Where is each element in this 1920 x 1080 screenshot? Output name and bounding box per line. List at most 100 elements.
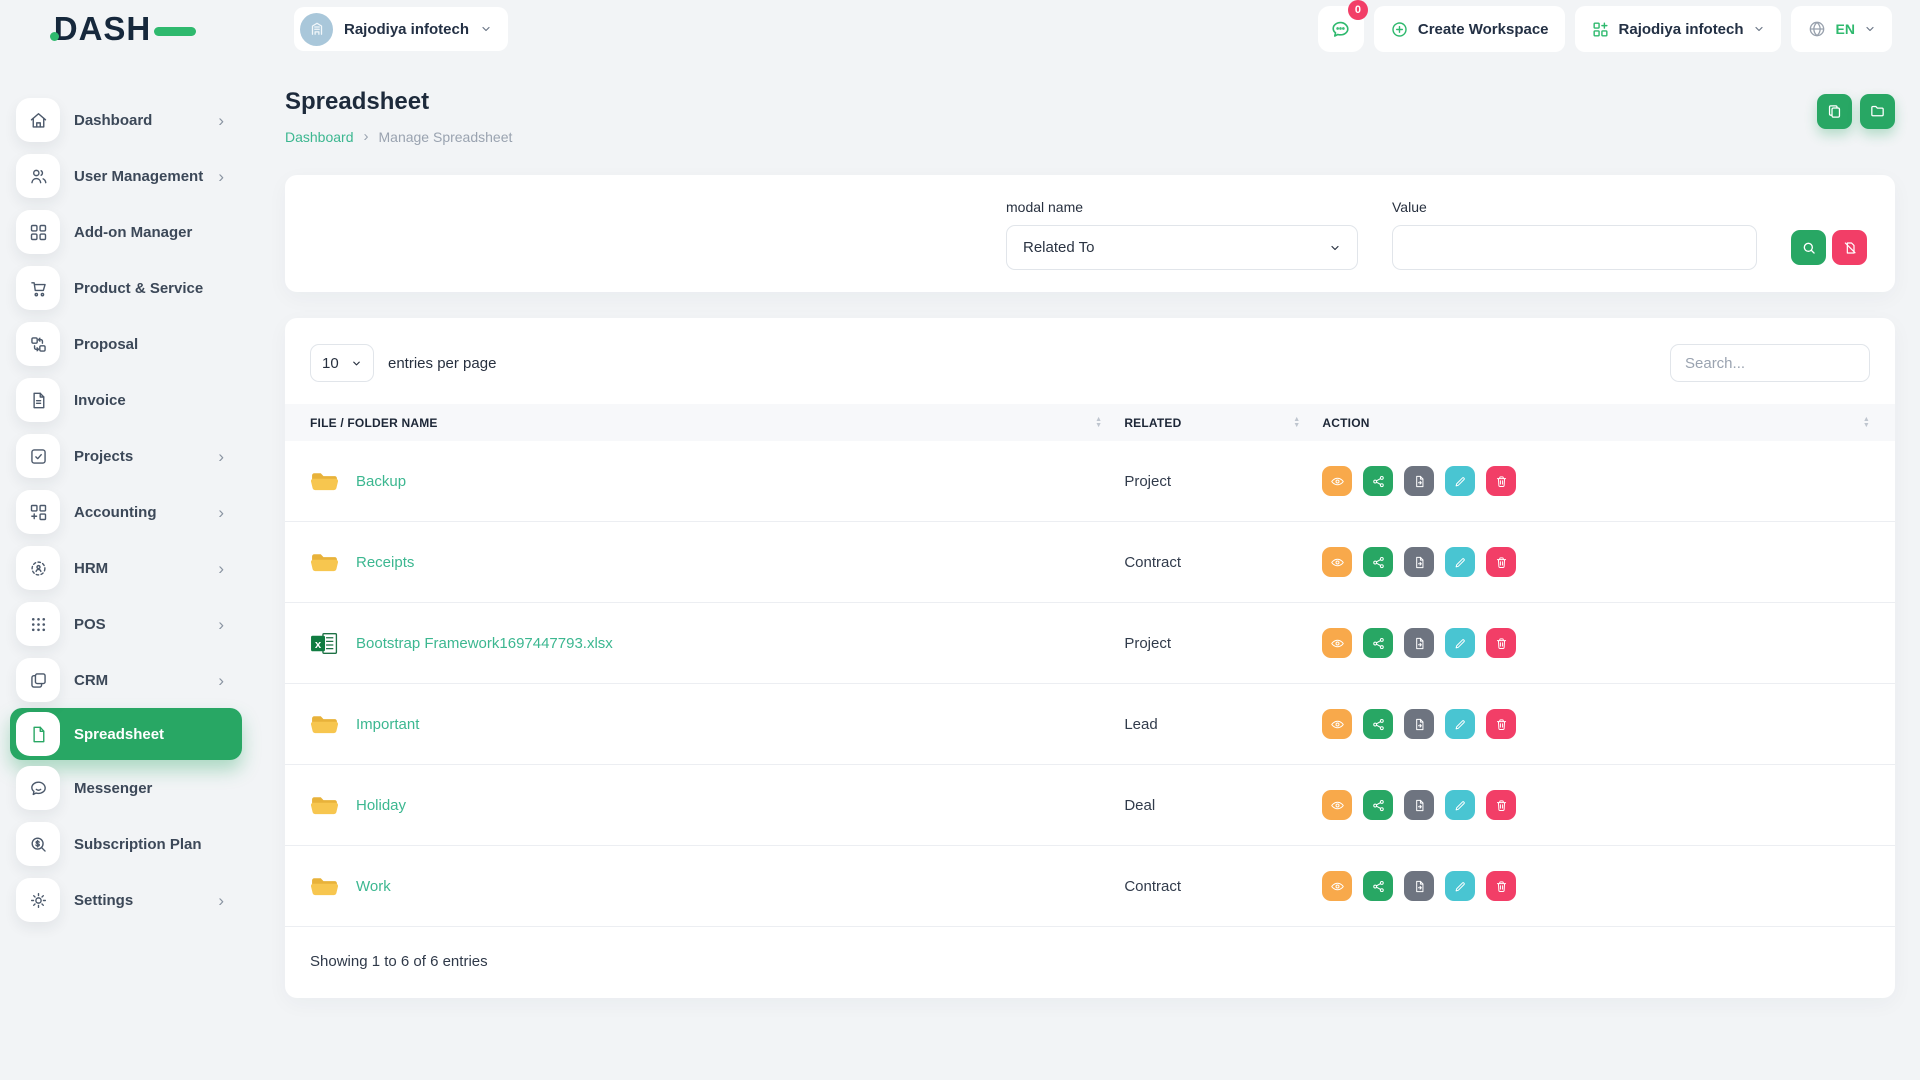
table-row: x Bootstrap Framework1697447793.xlsx Pro…	[285, 603, 1895, 684]
delete-button[interactable]	[1486, 871, 1516, 901]
sidebar: Dashboard›User Management›Add-on Manager…	[0, 58, 250, 1080]
view-button[interactable]	[1322, 871, 1352, 901]
edit-button[interactable]	[1445, 547, 1475, 577]
edit-button[interactable]	[1445, 709, 1475, 739]
share-button[interactable]	[1363, 709, 1393, 739]
svg-text:x: x	[315, 639, 322, 651]
delete-button[interactable]	[1486, 628, 1516, 658]
sidebar-item-label: Messenger	[74, 780, 152, 797]
sidebar-item-hrm[interactable]: HRM›	[10, 540, 242, 596]
filter-reset-icon	[1842, 240, 1858, 256]
chevron-down-icon	[1753, 23, 1765, 35]
file-folder-name-link[interactable]: Important	[356, 716, 419, 733]
sidebar-item-proposal[interactable]: Proposal	[10, 316, 242, 372]
sidebar-item-pos[interactable]: POS›	[10, 596, 242, 652]
workspace-selector[interactable]: Rajodiya infotech	[294, 7, 508, 51]
breadcrumb-separator: ›	[364, 128, 369, 145]
export-button[interactable]	[1404, 709, 1434, 739]
pencil-icon	[1453, 798, 1468, 813]
chat-bubble-icon	[16, 766, 60, 810]
file-folder-name-link[interactable]: Backup	[356, 473, 406, 490]
delete-button[interactable]	[1486, 547, 1516, 577]
edit-button[interactable]	[1445, 790, 1475, 820]
language-dropdown[interactable]: EN	[1791, 6, 1892, 52]
filter-reset-button[interactable]	[1832, 230, 1867, 265]
column-header-action[interactable]: ACTION ▲▼	[1322, 416, 1870, 430]
file-folder-name-link[interactable]: Holiday	[356, 797, 406, 814]
sidebar-item-spreadsheet[interactable]: Spreadsheet	[10, 708, 242, 760]
sidebar-item-dashboard[interactable]: Dashboard›	[10, 92, 242, 148]
messages-badge: 0	[1348, 0, 1368, 20]
view-button[interactable]	[1322, 547, 1352, 577]
file-export-icon	[1412, 636, 1427, 651]
sidebar-item-add-on-manager[interactable]: Add-on Manager	[10, 204, 242, 260]
table-row: Important Lead	[285, 684, 1895, 765]
sidebar-item-invoice[interactable]: Invoice	[10, 372, 242, 428]
chevron-right-icon: ›	[218, 504, 224, 521]
file-export-icon	[1412, 717, 1427, 732]
export-button[interactable]	[1404, 871, 1434, 901]
entries-per-page-value: 10	[322, 355, 339, 372]
sidebar-item-product-service[interactable]: Product & Service	[10, 260, 242, 316]
delete-button[interactable]	[1486, 790, 1516, 820]
create-workspace-button[interactable]: Create Workspace	[1374, 6, 1565, 52]
delete-button[interactable]	[1486, 466, 1516, 496]
invoice-icon	[16, 378, 60, 422]
export-button[interactable]	[1404, 628, 1434, 658]
export-button[interactable]	[1404, 790, 1434, 820]
company-dropdown[interactable]: Rajodiya infotech	[1575, 6, 1781, 52]
share-icon	[1371, 636, 1386, 651]
sidebar-item-settings[interactable]: Settings›	[10, 872, 242, 928]
value-input[interactable]	[1392, 225, 1757, 270]
add-folder-button[interactable]	[1860, 94, 1895, 129]
building-icon	[308, 20, 326, 38]
entries-per-page-select[interactable]: 10	[310, 344, 374, 382]
edit-button[interactable]	[1445, 871, 1475, 901]
share-button[interactable]	[1363, 628, 1393, 658]
share-button[interactable]	[1363, 466, 1393, 496]
view-button[interactable]	[1322, 466, 1352, 496]
gear-icon	[16, 878, 60, 922]
messages-button[interactable]: 0	[1318, 6, 1364, 52]
sidebar-item-user-management[interactable]: User Management›	[10, 148, 242, 204]
edit-button[interactable]	[1445, 466, 1475, 496]
folder-filled-icon	[310, 550, 339, 575]
column-header-related[interactable]: RELATED ▲▼	[1124, 416, 1322, 430]
view-button[interactable]	[1322, 628, 1352, 658]
topbar: DASH Rajodiya infotech 0 Create Workspac…	[0, 0, 1920, 58]
users-icon	[16, 154, 60, 198]
share-button[interactable]	[1363, 547, 1393, 577]
file-folder-name-link[interactable]: Work	[356, 878, 391, 895]
share-button[interactable]	[1363, 790, 1393, 820]
view-button[interactable]	[1322, 709, 1352, 739]
table-search-input[interactable]	[1670, 344, 1870, 382]
sidebar-item-projects[interactable]: Projects›	[10, 428, 242, 484]
share-icon	[1371, 879, 1386, 894]
trash-icon	[1494, 879, 1509, 894]
filter-search-button[interactable]	[1791, 230, 1826, 265]
file-folder-name-link[interactable]: Receipts	[356, 554, 414, 571]
add-file-button[interactable]	[1817, 94, 1852, 129]
file-folder-name-link[interactable]: Bootstrap Framework1697447793.xlsx	[356, 635, 613, 652]
breadcrumb-dashboard-link[interactable]: Dashboard	[285, 129, 354, 145]
trash-icon	[1494, 474, 1509, 489]
edit-button[interactable]	[1445, 628, 1475, 658]
sidebar-item-accounting[interactable]: Accounting›	[10, 484, 242, 540]
column-header-name[interactable]: FILE / FOLDER NAME ▲▼	[310, 416, 1124, 430]
share-button[interactable]	[1363, 871, 1393, 901]
pencil-icon	[1453, 879, 1468, 894]
app-logo[interactable]: DASH	[54, 10, 197, 48]
view-button[interactable]	[1322, 790, 1352, 820]
logo-dot	[50, 32, 59, 41]
folder-filled-icon	[310, 712, 339, 737]
model-name-select[interactable]: Related To	[1006, 225, 1358, 270]
chevron-right-icon: ›	[218, 448, 224, 465]
related-value: Deal	[1124, 797, 1322, 814]
sidebar-item-messenger[interactable]: Messenger	[10, 760, 242, 816]
sidebar-item-subscription-plan[interactable]: Subscription Plan	[10, 816, 242, 872]
sidebar-item-crm[interactable]: CRM›	[10, 652, 242, 708]
export-button[interactable]	[1404, 547, 1434, 577]
pencil-icon	[1453, 474, 1468, 489]
delete-button[interactable]	[1486, 709, 1516, 739]
export-button[interactable]	[1404, 466, 1434, 496]
